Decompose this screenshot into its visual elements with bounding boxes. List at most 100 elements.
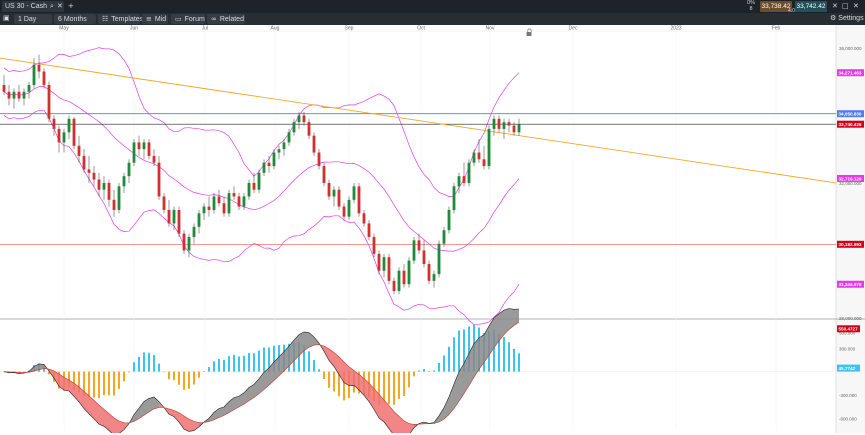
- candle-body: [132, 142, 136, 163]
- candle-body: [137, 142, 141, 150]
- macd-histogram-bar: [228, 356, 230, 372]
- macd-histogram-bar: [208, 367, 210, 372]
- macd-histogram-bar: [203, 371, 205, 372]
- macd-tick-label: 300.000: [839, 346, 856, 351]
- candle-body: [22, 91, 26, 99]
- macd-fill-segment: [114, 417, 119, 435]
- month-label: Sep: [345, 26, 354, 32]
- macd-histogram-bar: [398, 371, 400, 399]
- chart-svg[interactable]: May Jun Jul Aug Sep Oct Nov Dec 2023 Feb 36,000.0…: [0, 25, 865, 435]
- candle-body: [287, 132, 291, 143]
- macd-histogram-bar: [458, 330, 460, 372]
- macd-histogram-bar: [173, 371, 175, 381]
- macd-fill-segment: [94, 400, 99, 425]
- close-icon[interactable]: ✕: [832, 3, 838, 10]
- candle-body: [147, 142, 151, 156]
- gear-icon: ⚙: [830, 14, 837, 22]
- candle-body: [397, 270, 401, 291]
- candle-body: [52, 118, 56, 129]
- month-label: Feb: [772, 26, 781, 32]
- lower-band: [3, 109, 520, 326]
- close-icon[interactable]: ✕: [853, 3, 859, 10]
- settings-button[interactable]: ⚙ Settings: [830, 14, 864, 23]
- candle-body: [417, 240, 421, 251]
- candle-body: [177, 209, 181, 234]
- chart-area[interactable]: May Jun Jul Aug Sep Oct Nov Dec 2023 Feb 36,000.0…: [0, 25, 865, 435]
- timeframe-select[interactable]: 1 Day: [14, 14, 52, 24]
- price-axis-bg: [836, 25, 865, 433]
- candle-body: [102, 182, 106, 190]
- macd-histogram-bar: [233, 354, 235, 372]
- candle-body: [502, 122, 506, 129]
- plus-icon[interactable]: +: [68, 3, 74, 10]
- macd-fill-segment: [89, 395, 94, 419]
- candle-body: [162, 196, 166, 210]
- macd-histogram-bar: [103, 371, 105, 396]
- price-tag-current: 33,740.426: [839, 122, 862, 127]
- ask-price-button[interactable]: 33,742.42: [795, 1, 827, 12]
- timeframe-label: 1 Day: [18, 15, 37, 23]
- tab-us30-cash[interactable]: US 30 - Cash ⌕ ✕: [2, 1, 64, 12]
- candle-body: [472, 152, 476, 163]
- lock-icon-body: [526, 32, 532, 36]
- macd-fill-segment: [99, 405, 104, 427]
- candle-body: [182, 233, 186, 251]
- grid-icon: ☷: [102, 14, 109, 23]
- macd-fill-segment: [154, 397, 159, 409]
- macd-histogram-bar: [223, 359, 225, 372]
- macd-histogram-bar: [118, 371, 120, 390]
- macd-fill-segment: [389, 405, 394, 435]
- macd-histogram-bar: [393, 371, 395, 405]
- price-tick-label: 28,000.000: [839, 316, 862, 321]
- bollinger-bands: [3, 47, 520, 326]
- month-label: 2023: [670, 26, 681, 32]
- expand-icon[interactable]: □: [842, 3, 849, 10]
- candle-body: [47, 85, 51, 119]
- range-label: 6 Months: [58, 15, 87, 23]
- macd-histogram-bar: [448, 346, 450, 372]
- middle-band: [3, 86, 520, 252]
- macd-histogram-bar: [508, 342, 510, 372]
- month-label: May: [59, 26, 69, 32]
- candle-body: [67, 118, 71, 133]
- search-icon[interactable]: ⌕: [50, 3, 54, 10]
- candle-body: [242, 196, 246, 207]
- macd-histogram-bar: [113, 371, 115, 396]
- candle-body: [237, 196, 241, 207]
- candle-body: [57, 128, 61, 143]
- macd-histogram-bar: [453, 337, 455, 372]
- candle-body: [72, 118, 76, 146]
- candle-body: [62, 132, 66, 143]
- month-axis: May Jun Jul Aug Sep Oct Nov Dec 2023 Feb: [59, 26, 780, 32]
- macd-histogram-bar: [443, 355, 445, 372]
- macd-histogram-bar: [168, 371, 170, 380]
- candle-body: [17, 91, 21, 99]
- related-button[interactable]: ∞ Related: [207, 14, 245, 24]
- candle-body: [12, 91, 16, 99]
- candle-body: [257, 172, 261, 190]
- candle-body: [157, 162, 161, 197]
- macd-histogram-bar: [183, 371, 185, 390]
- mid-button[interactable]: ≡ Mid: [142, 14, 168, 24]
- bar-chart-icon: ≡: [146, 14, 152, 23]
- forum-button[interactable]: ▭ Forum: [171, 14, 205, 24]
- macd-histogram-bar: [413, 371, 415, 377]
- candle-body: [327, 182, 331, 197]
- macd-histogram-bar: [218, 359, 220, 372]
- candle-body: [267, 162, 271, 167]
- templates-button[interactable]: ☷ Templates: [98, 14, 143, 24]
- macd-histogram-bar: [163, 371, 165, 373]
- macd-histogram-bar: [318, 369, 320, 372]
- candle-body: [392, 280, 396, 291]
- layout-icon[interactable]: ▣: [3, 15, 10, 22]
- macd-histogram-bar: [518, 353, 520, 372]
- range-select[interactable]: 6 Months: [54, 14, 96, 24]
- close-icon[interactable]: ✕: [57, 3, 63, 10]
- macd-histogram-bar: [93, 371, 95, 398]
- macd-fill-segment: [334, 352, 339, 375]
- lock-icon[interactable]: [526, 28, 532, 36]
- macd-histogram-bar: [513, 348, 515, 372]
- candle-body: [42, 71, 46, 86]
- candle-body: [142, 142, 146, 150]
- candle-body: [477, 152, 481, 160]
